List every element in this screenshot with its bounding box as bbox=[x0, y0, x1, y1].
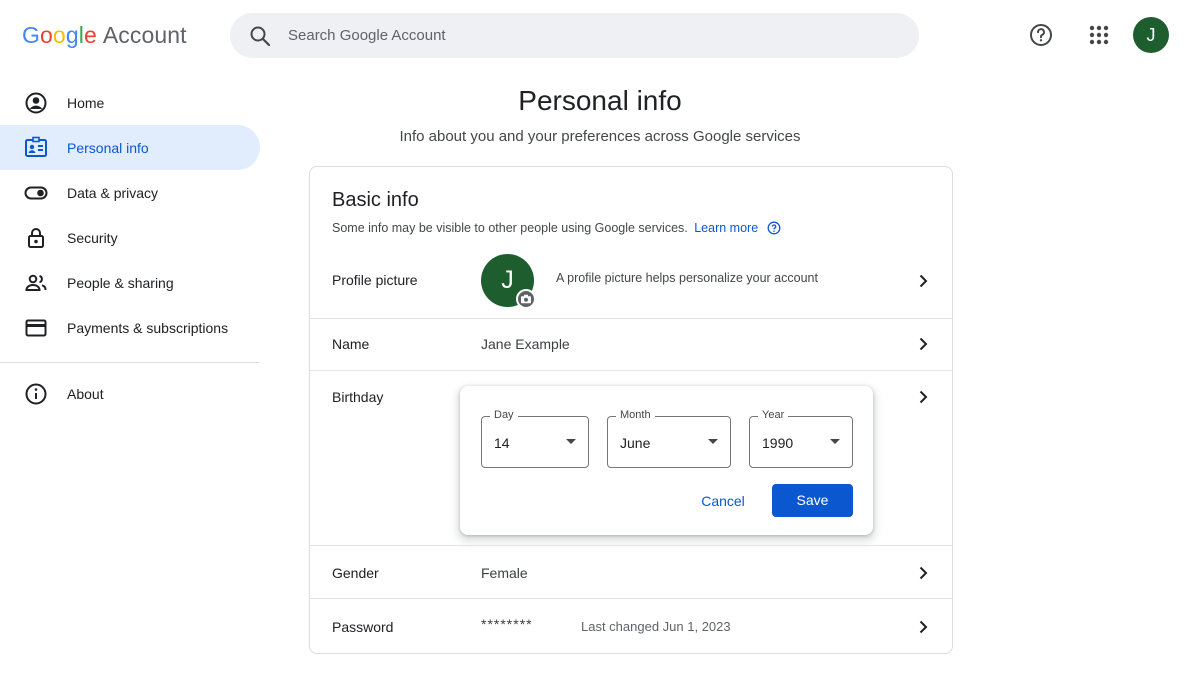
gender-label: Gender bbox=[332, 565, 379, 581]
apps-grid-icon[interactable] bbox=[1085, 21, 1113, 49]
sidebar-item-about[interactable]: About bbox=[0, 371, 260, 416]
learn-more-link[interactable]: Learn more bbox=[694, 221, 758, 235]
chevron-right-icon bbox=[919, 390, 928, 404]
year-value: 1990 bbox=[762, 435, 794, 451]
chevron-right-icon bbox=[919, 620, 928, 634]
help-circle-icon[interactable] bbox=[1027, 21, 1055, 49]
chevron-right-icon bbox=[919, 566, 928, 580]
logo-brand: Google bbox=[22, 22, 97, 48]
credit-card-icon bbox=[24, 316, 48, 340]
card-note-text: Some info may be visible to other people… bbox=[332, 221, 688, 235]
sidebar-item-people-sharing[interactable]: People & sharing bbox=[0, 260, 260, 305]
lock-icon bbox=[24, 226, 48, 250]
search-icon[interactable] bbox=[248, 24, 272, 48]
day-value: 14 bbox=[494, 435, 510, 451]
sidebar-divider bbox=[0, 362, 259, 363]
save-button[interactable]: Save bbox=[772, 484, 853, 517]
dropdown-arrow-icon bbox=[830, 439, 840, 444]
search-input[interactable] bbox=[288, 13, 888, 58]
sidebar-item-label: Security bbox=[67, 229, 118, 246]
cancel-button[interactable]: Cancel bbox=[691, 485, 755, 517]
profile-picture-label: Profile picture bbox=[332, 272, 418, 288]
sidebar-item-security[interactable]: Security bbox=[0, 215, 260, 260]
month-value: June bbox=[620, 435, 651, 451]
page-subtitle: Info about you and your preferences acro… bbox=[399, 128, 801, 145]
sidebar-item-label: Data & privacy bbox=[67, 184, 159, 201]
birthday-label: Birthday bbox=[332, 389, 384, 405]
account-avatar[interactable]: J bbox=[1133, 17, 1169, 53]
toggle-icon bbox=[24, 181, 48, 205]
page-title: Personal info bbox=[518, 85, 682, 116]
month-select[interactable]: Month June bbox=[607, 409, 731, 468]
help-circle-icon[interactable] bbox=[767, 221, 781, 235]
day-legend: Day bbox=[490, 409, 518, 421]
basic-info-card: Basic info Some info may be visible to o… bbox=[309, 166, 953, 654]
password-row[interactable]: Password ******** Last changed Jun 1, 20… bbox=[310, 599, 952, 653]
dropdown-arrow-icon bbox=[708, 439, 718, 444]
password-label: Password bbox=[332, 619, 394, 635]
year-legend: Year bbox=[758, 409, 789, 421]
gender-value: Female bbox=[481, 565, 528, 581]
name-value: Jane Example bbox=[481, 336, 570, 352]
name-label: Name bbox=[332, 336, 370, 352]
gender-row[interactable]: Gender Female bbox=[310, 546, 952, 598]
birthday-editor-popup: Day 14 Month June Year 1990 Cancel Save bbox=[460, 386, 873, 535]
password-value: ******** bbox=[481, 616, 533, 632]
sidebar-item-data-privacy[interactable]: Data & privacy bbox=[0, 170, 260, 215]
logo-suffix: Account bbox=[102, 22, 187, 48]
dropdown-arrow-icon bbox=[566, 439, 576, 444]
card-title: Basic info bbox=[332, 189, 419, 211]
year-select[interactable]: Year 1990 bbox=[749, 409, 853, 468]
chevron-right-icon bbox=[919, 274, 928, 288]
search-bar[interactable] bbox=[230, 13, 919, 58]
info-icon bbox=[24, 382, 48, 406]
top-bar: GoogleAccount J bbox=[0, 0, 1200, 72]
camera-icon[interactable] bbox=[516, 289, 536, 309]
card-note: Some info may be visible to other people… bbox=[332, 221, 781, 235]
sidebar-item-label: About bbox=[67, 385, 104, 402]
profile-picture-hint: A profile picture helps personalize your… bbox=[556, 271, 818, 285]
day-select[interactable]: Day 14 bbox=[481, 409, 589, 468]
people-icon bbox=[24, 271, 48, 295]
password-last-changed: Last changed Jun 1, 2023 bbox=[581, 619, 731, 634]
sidebar-item-payments[interactable]: Payments & subscriptions bbox=[0, 305, 260, 350]
sidebar-item-label: Payments & subscriptions bbox=[67, 319, 229, 336]
google-account-logo[interactable]: Google Account bbox=[22, 22, 187, 49]
month-legend: Month bbox=[616, 409, 655, 421]
name-row[interactable]: Name Jane Example bbox=[310, 319, 952, 370]
chevron-right-icon bbox=[919, 337, 928, 351]
sidebar-item-label: People & sharing bbox=[67, 274, 174, 291]
